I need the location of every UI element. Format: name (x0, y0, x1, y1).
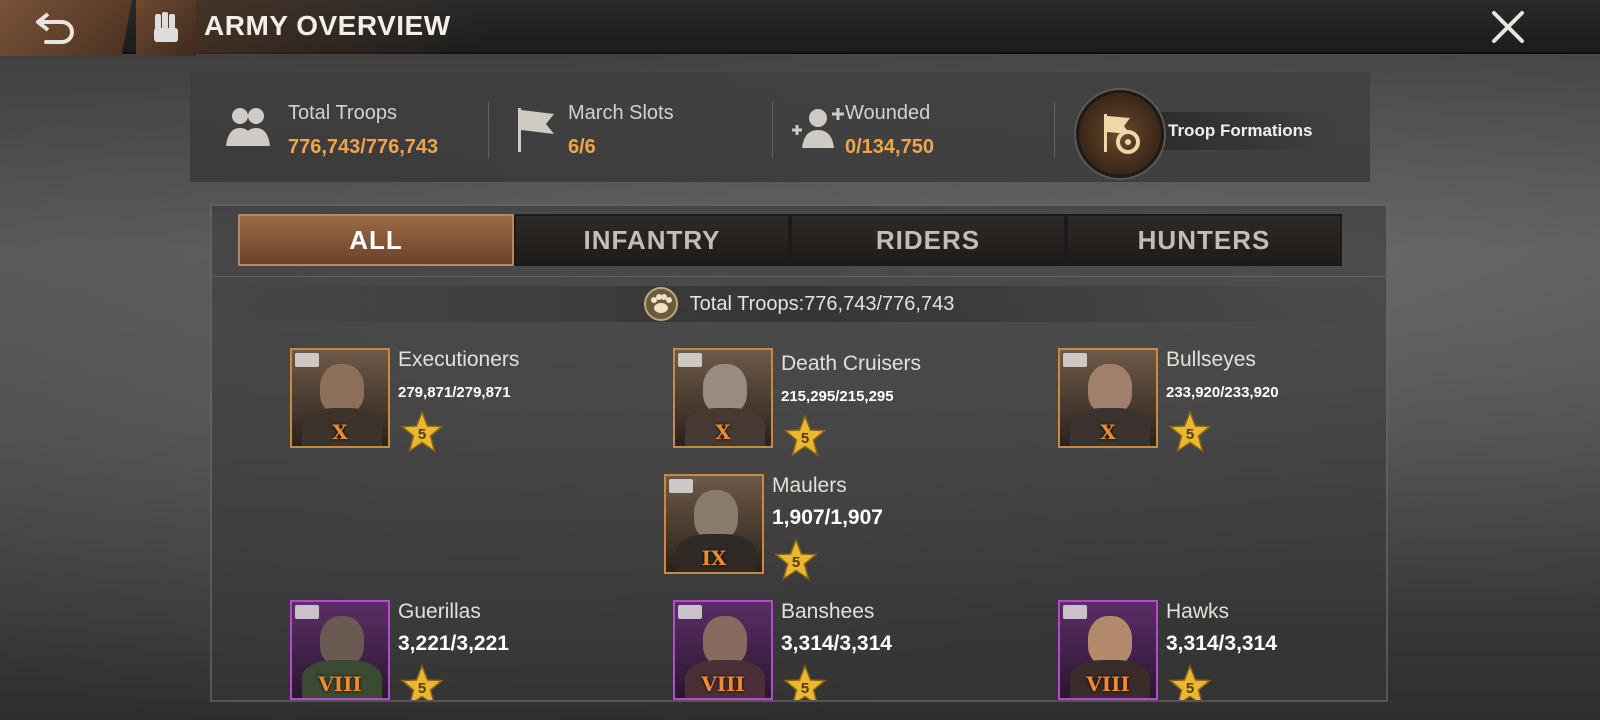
infantry-type-icon (669, 479, 693, 493)
tab-hunters[interactable]: HUNTERS (1066, 214, 1342, 266)
unit-tier: X (332, 420, 348, 444)
unit-count: 3,221/3,221 (398, 632, 509, 655)
divider (772, 102, 773, 158)
unit-portrait: VIII (673, 600, 773, 700)
unit-tier: VIII (318, 672, 362, 696)
unit-count: 215,295/215,295 (781, 388, 894, 405)
unit-count: 3,314/3,314 (781, 632, 892, 655)
troops-panel: ALL INFANTRY RIDERS HUNTERS Total Troops… (210, 204, 1388, 702)
rider-type-icon (678, 353, 702, 367)
close-icon (1492, 11, 1524, 43)
star-level-icon: 5 (1168, 410, 1212, 453)
star-level-icon: 5 (400, 664, 444, 700)
unit-name: Hawks (1166, 600, 1230, 623)
unit-portrait: X (673, 348, 773, 448)
unit-name: Bullseyes (1166, 348, 1256, 371)
unit-count: 1,907/1,907 (772, 506, 883, 529)
troop-formations-button[interactable] (1076, 90, 1164, 178)
star-level-icon: 5 (783, 664, 827, 700)
wounded-icon (792, 108, 844, 148)
march-slots-value: 6/6 (568, 136, 596, 158)
unit-portrait: IX (664, 474, 764, 574)
tab-riders[interactable]: RIDERS (790, 214, 1066, 266)
rider-type-icon (678, 605, 702, 619)
unit-tier: VIII (1086, 672, 1130, 696)
unit-name: Maulers (772, 474, 847, 497)
unit-name: Banshees (781, 600, 875, 623)
page-title: ARMY OVERVIEW (204, 10, 451, 41)
total-troops-summary: Total Troops:776,743/776,743 (212, 286, 1386, 322)
hunter-type-icon (1063, 605, 1087, 619)
army-fist-icon (136, 0, 196, 56)
unit-tier: VIII (701, 672, 745, 696)
star-level-icon: 5 (774, 538, 818, 581)
troops-icon (226, 108, 270, 146)
hunter-type-icon (1063, 353, 1087, 367)
svg-text:5: 5 (1186, 426, 1194, 443)
troop-formations-label[interactable]: Troop Formations (1140, 112, 1340, 150)
svg-text:5: 5 (1186, 680, 1194, 697)
star-level-icon: 5 (1168, 664, 1212, 700)
infantry-type-icon (295, 353, 319, 367)
march-slots-label: March Slots (568, 102, 674, 124)
unit-count: 3,314/3,314 (1166, 632, 1277, 655)
unit-name: Executioners (398, 348, 520, 371)
star-level-icon: 5 (783, 414, 827, 457)
wounded-label: Wounded (845, 102, 931, 124)
unit-portrait: X (290, 348, 390, 448)
divider (488, 102, 489, 158)
paw-icon (643, 287, 678, 321)
svg-text:5: 5 (792, 554, 800, 571)
wounded-value: 0/134,750 (845, 136, 934, 158)
flag-icon (518, 108, 554, 152)
svg-text:5: 5 (801, 430, 809, 447)
unit-tier: IX (701, 546, 727, 570)
star-level-icon: 5 (400, 410, 444, 453)
svg-text:5: 5 (418, 426, 426, 443)
divider (212, 276, 1386, 277)
infantry-type-icon (295, 605, 319, 619)
close-button[interactable] (1480, 2, 1536, 52)
svg-text:5: 5 (418, 680, 426, 697)
unit-portrait: VIII (1058, 600, 1158, 700)
total-troops-summary-text: Total Troops:776,743/776,743 (689, 292, 955, 315)
unit-count: 233,920/233,920 (1166, 384, 1279, 401)
total-troops-value: 776,743/776,743 (288, 136, 439, 158)
total-troops-label: Total Troops (288, 102, 397, 124)
unit-portrait: X (1058, 348, 1158, 448)
unit-count: 279,871/279,871 (398, 384, 511, 401)
back-button[interactable] (0, 0, 132, 56)
back-arrow-icon (36, 12, 74, 44)
divider (1054, 102, 1055, 158)
unit-name: Death Cruisers (781, 352, 922, 375)
svg-text:5: 5 (801, 680, 809, 697)
unit-tier: X (1100, 420, 1116, 444)
formation-flag-gear-icon (1104, 114, 1140, 154)
unit-portrait: VIII (290, 600, 390, 700)
unit-tier: X (715, 420, 731, 444)
tab-infantry[interactable]: INFANTRY (514, 214, 790, 266)
tab-all[interactable]: ALL (238, 214, 514, 266)
unit-name: Guerillas (398, 600, 481, 623)
